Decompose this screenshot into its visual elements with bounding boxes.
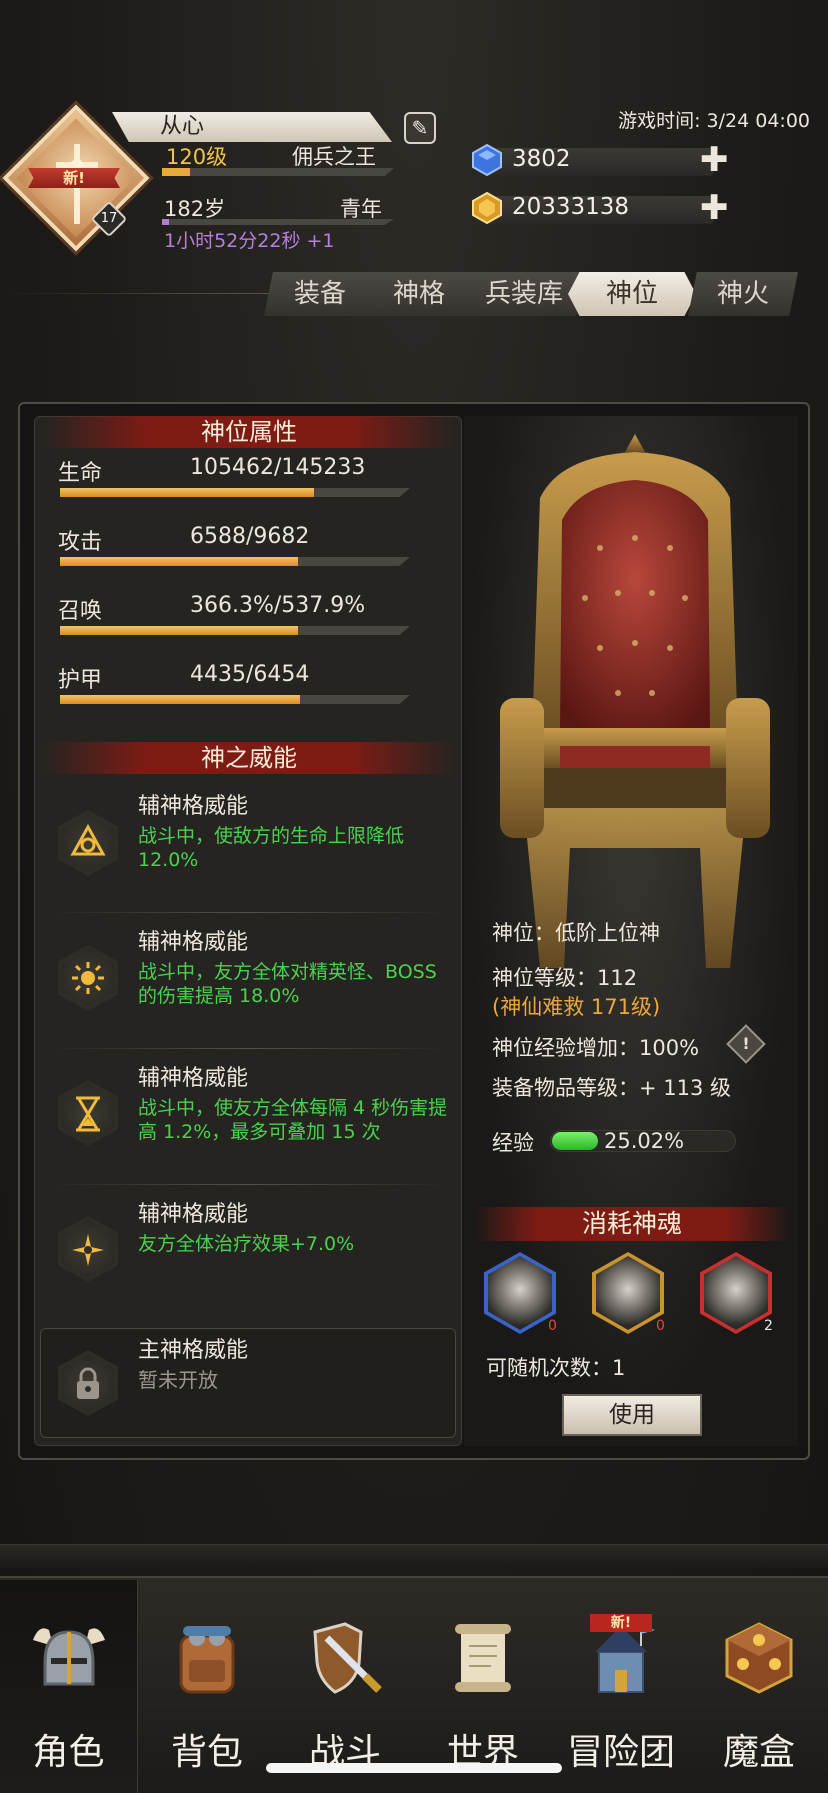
nav-character[interactable]: 角色 [0,1580,138,1793]
power-title-3: 辅神格威能 [138,1066,249,1091]
nav-backpack[interactable]: 背包 [138,1580,276,1793]
soul-count-gold: 0 [656,1318,665,1334]
edit-name-button[interactable]: ✎ [404,112,436,144]
helmet-icon [33,1628,105,1686]
tab-divine-fire[interactable]: 神火 [688,272,798,316]
level-progress-fill [162,168,190,176]
gold-gem-value: 20333138 [512,194,630,220]
stat-label-armor: 护甲 [58,668,103,693]
nav-adventure-group[interactable]: 新! 冒险团 [552,1580,690,1793]
player-title: 佣兵之王 [292,145,376,169]
tab-godhood[interactable]: 神位 [568,272,696,316]
power-desc-3: 战斗中，使友方全体每隔 4 秒伤害提高 1.2%，最多可叠加 15 次 [138,1097,448,1143]
tabbar-divider [0,293,270,294]
power-desc-1: 战斗中，使敌方的生命上限降低 12.0% [138,825,405,871]
stat-label-summon: 召唤 [58,599,103,624]
home-indicator[interactable] [266,1763,562,1773]
power-title-2: 辅神格威能 [138,930,249,955]
power-desc-4: 友方全体治疗效果+7.0% [138,1233,355,1255]
player-age-stage: 青年 [340,197,382,221]
age-timer: 1小时52分22秒 +1 [164,230,335,252]
stat-fill-attack [60,557,298,566]
star-compass-icon [72,1234,104,1266]
triangle-emblem-icon [70,824,106,856]
godhood-level: 神位等级：112 [492,966,638,990]
lock-icon [77,1367,99,1399]
add-blue-gem-button[interactable]: ✚ [700,143,729,177]
godhood-rank: 神位：低阶上位神 [492,921,660,945]
sun-icon [72,962,104,994]
powers-header: 神之威能 [44,742,454,774]
stat-value-armor: 4435/6454 [190,662,310,687]
power-divider [50,1184,450,1185]
backpack-icon [179,1626,235,1694]
level-progress-bar [162,168,394,176]
game-time: 游戏时间: 3/24 04:00 [618,110,810,132]
exp-fill [552,1132,598,1150]
hourglass-icon [76,1096,100,1132]
exp-label: 经验 [492,1131,534,1155]
sword-shield-icon [313,1622,382,1694]
power-divider [50,912,450,913]
stat-fill-summon [60,626,298,635]
godhood-level-note: (神仙难救 171级) [492,995,661,1019]
blue-gem-icon [472,144,502,176]
stat-fill-hp [60,488,315,497]
player-name: 从心 [112,112,392,142]
magic-box-icon [725,1622,793,1694]
gold-gem-icon [472,192,502,224]
throne-image [500,434,770,968]
age-progress-fill [162,219,169,225]
power-title-4: 辅神格威能 [138,1202,249,1227]
tab-equipment[interactable]: 装备 [264,272,376,316]
nav-label-character: 角色 [32,1732,105,1773]
stat-label-attack: 攻击 [58,530,103,555]
power-desc-2: 战斗中，友方全体对精英怪、BOSS的伤害提高 18.0% [138,961,437,1007]
godhood-exp-bonus: 神位经验增加：100% [492,1036,700,1060]
stat-fill-armor [60,695,301,704]
main-power-status: 暂未开放 [138,1368,218,1392]
scroll-icon [455,1624,511,1692]
add-gold-gem-button[interactable]: ✚ [700,191,729,225]
stat-value-attack: 6588/9682 [190,524,310,549]
nav-magic-box[interactable]: 魔盒 [690,1580,828,1793]
player-level: 120级 [166,145,228,169]
bottom-strip [0,1544,828,1568]
new-badge: 新! [28,168,120,188]
nav-label-adventure-group: 冒险团 [566,1732,675,1773]
equip-level: 装备物品等级：+ 113 级 [492,1076,732,1100]
stat-label-hp: 生命 [58,461,103,486]
use-button[interactable]: 使用 [562,1394,702,1436]
soul-count-blue: 0 [548,1318,557,1334]
exp-value: 25.02% [604,1129,685,1153]
player-age: 182岁 [164,197,226,221]
nav-label-backpack: 背包 [170,1732,243,1773]
tab-armory[interactable]: 兵装库 [462,272,586,316]
attributes-header: 神位属性 [44,416,454,448]
nav-new-badge: 新! [590,1614,652,1632]
nav-battle[interactable]: 战斗 [276,1580,414,1793]
stat-value-hp: 105462/145233 [190,455,366,480]
random-count: 可随机次数：1 [486,1356,626,1380]
stat-value-summon: 366.3%/537.9% [190,593,366,618]
age-progress-bar [162,219,394,225]
nav-world[interactable]: 世界 [414,1580,552,1793]
blue-gem-value: 3802 [512,146,571,172]
soul-count-red: 2 [764,1318,773,1334]
tab-divinity[interactable]: 神格 [366,272,472,316]
consume-soul-header: 消耗神魂 [474,1207,790,1241]
main-power-title: 主神格威能 [138,1338,249,1363]
power-divider [50,1048,450,1049]
nav-label-magic-box: 魔盒 [722,1732,795,1773]
power-title-1: 辅神格威能 [138,794,249,819]
